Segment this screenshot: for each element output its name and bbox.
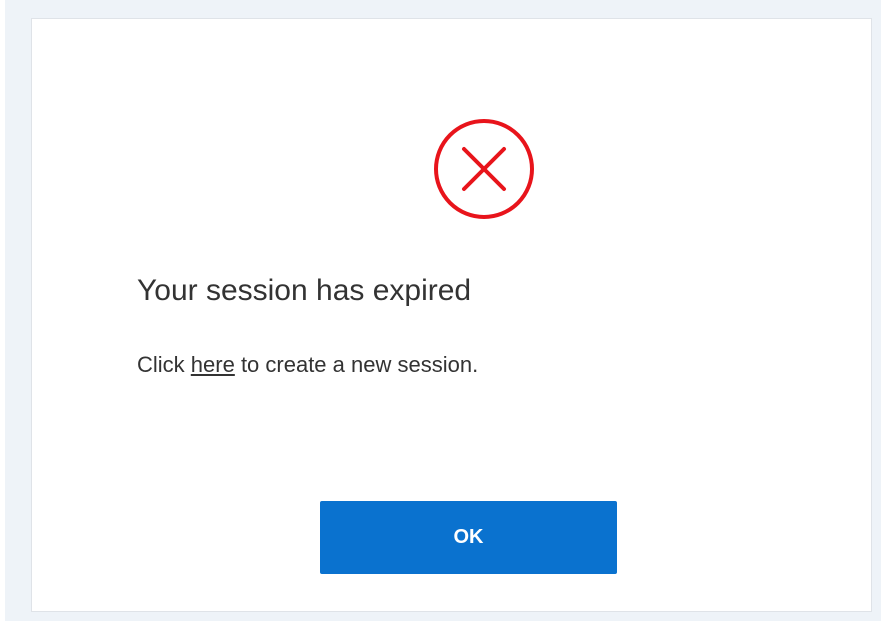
message-prefix: Click (137, 352, 191, 377)
new-session-link[interactable]: here (191, 352, 235, 377)
left-edge (0, 0, 5, 621)
ok-button[interactable]: OK (320, 501, 617, 574)
dialog-message: Click here to create a new session. (137, 350, 478, 380)
message-suffix: to create a new session. (234, 352, 479, 377)
session-expired-dialog: Your session has expired Click here to c… (31, 18, 872, 612)
error-circle-x-icon (434, 119, 534, 219)
dialog-title: Your session has expired (137, 274, 472, 307)
